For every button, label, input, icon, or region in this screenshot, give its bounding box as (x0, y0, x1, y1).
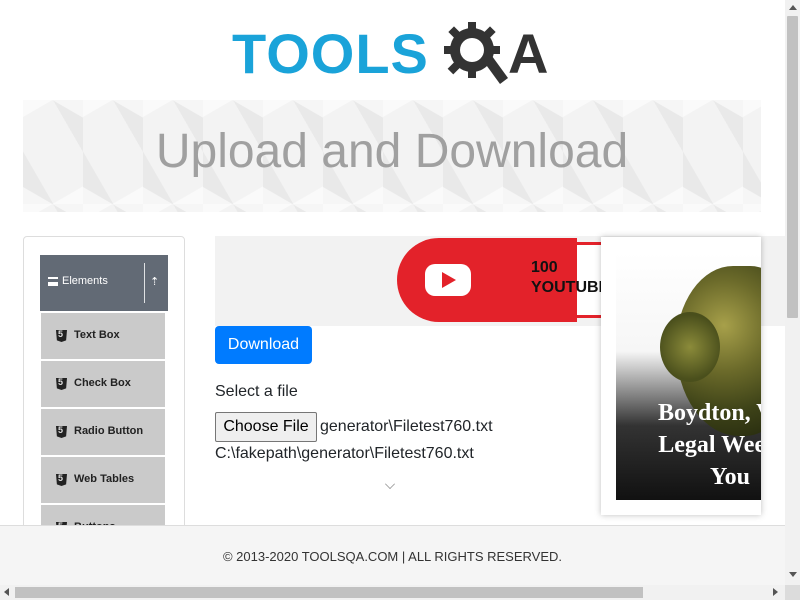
sidebar-item-label: Radio Button (74, 425, 144, 437)
sidebar-item-radio-button[interactable]: Radio Button (41, 409, 165, 455)
ad-text-line2: YOUTUBE (531, 279, 610, 296)
vertical-scrollbar[interactable] (785, 0, 800, 585)
collapse-icon[interactable]: ⇡ (150, 275, 159, 288)
ad-headline-line1: Boydton, Virg (657, 400, 761, 426)
page-title: Upload and Download (155, 125, 629, 178)
ad-image: Boydton, Virg Legal Weed D You (616, 252, 761, 500)
sidebar-group-label: Elements (62, 275, 108, 287)
html5-icon (56, 378, 67, 390)
uploaded-file-path: C:\fakepath\generator\Filetest760.txt (215, 445, 474, 462)
scroll-up-icon[interactable] (789, 5, 797, 10)
page-banner: Upload and Download (23, 100, 761, 212)
download-button[interactable]: Download (215, 326, 312, 364)
logo-suffix: A (508, 22, 549, 85)
youtube-icon (425, 264, 471, 296)
ad-headline: Boydton, Virg Legal Weed D You (630, 397, 761, 493)
sidebar-item-check-box[interactable]: Check Box (41, 361, 165, 407)
html5-icon (56, 474, 67, 486)
html5-icon (56, 426, 67, 438)
copyright-text: © 2013-2020 TOOLSQA.COM | ALL RIGHTS RES… (222, 549, 563, 564)
horizontal-scroll-thumb[interactable] (15, 587, 643, 598)
chevron-down-icon[interactable] (385, 479, 395, 489)
ad-headline-line3: You (709, 464, 751, 490)
sidebar-item-web-tables[interactable]: Web Tables (41, 457, 165, 503)
footer: © 2013-2020 TOOLSQA.COM | ALL RIGHTS RES… (0, 525, 785, 585)
scrollbar-corner (785, 585, 800, 600)
scroll-left-icon[interactable] (4, 588, 9, 596)
sidebar-item-label: Check Box (74, 377, 131, 389)
sidebar-item-label: Text Box (74, 329, 120, 341)
page: TOOLS A Upload and Download Elements ⇡ 5… (0, 0, 800, 600)
horizontal-scrollbar[interactable] (0, 585, 785, 600)
select-file-label: Select a file (215, 383, 298, 400)
side-ad[interactable]: Boydton, Virg Legal Weed D You (601, 237, 761, 515)
ad-photo-detail (660, 312, 720, 382)
sidebar-group-elements[interactable]: Elements ⇡ (40, 255, 168, 311)
html5-icon (56, 330, 67, 342)
sidebar-item-text-box[interactable]: Text Box (41, 313, 165, 359)
toolsqa-logo[interactable]: TOOLS A (232, 14, 562, 92)
chosen-file-name: generator\Filetest760.txt (320, 418, 493, 435)
sidebar-item-label: Web Tables (74, 473, 135, 485)
logo-text: TOOLS (232, 22, 429, 85)
ad-text-line1: 100 (531, 259, 558, 276)
scroll-right-icon[interactable] (773, 588, 778, 596)
hamburger-icon (48, 277, 58, 286)
choose-file-button[interactable]: Choose File (215, 412, 317, 442)
vertical-scroll-thumb[interactable] (787, 16, 798, 318)
gear-magnifier-icon (444, 22, 508, 84)
header-divider (144, 263, 145, 303)
ad-headline-line2: Legal Weed D (658, 432, 761, 458)
scroll-down-icon[interactable] (789, 572, 797, 577)
sidebar: Elements ⇡ Text Box Check Box Radio Butt… (23, 236, 185, 536)
ad-text: 100 YOUTUBE (531, 258, 609, 298)
